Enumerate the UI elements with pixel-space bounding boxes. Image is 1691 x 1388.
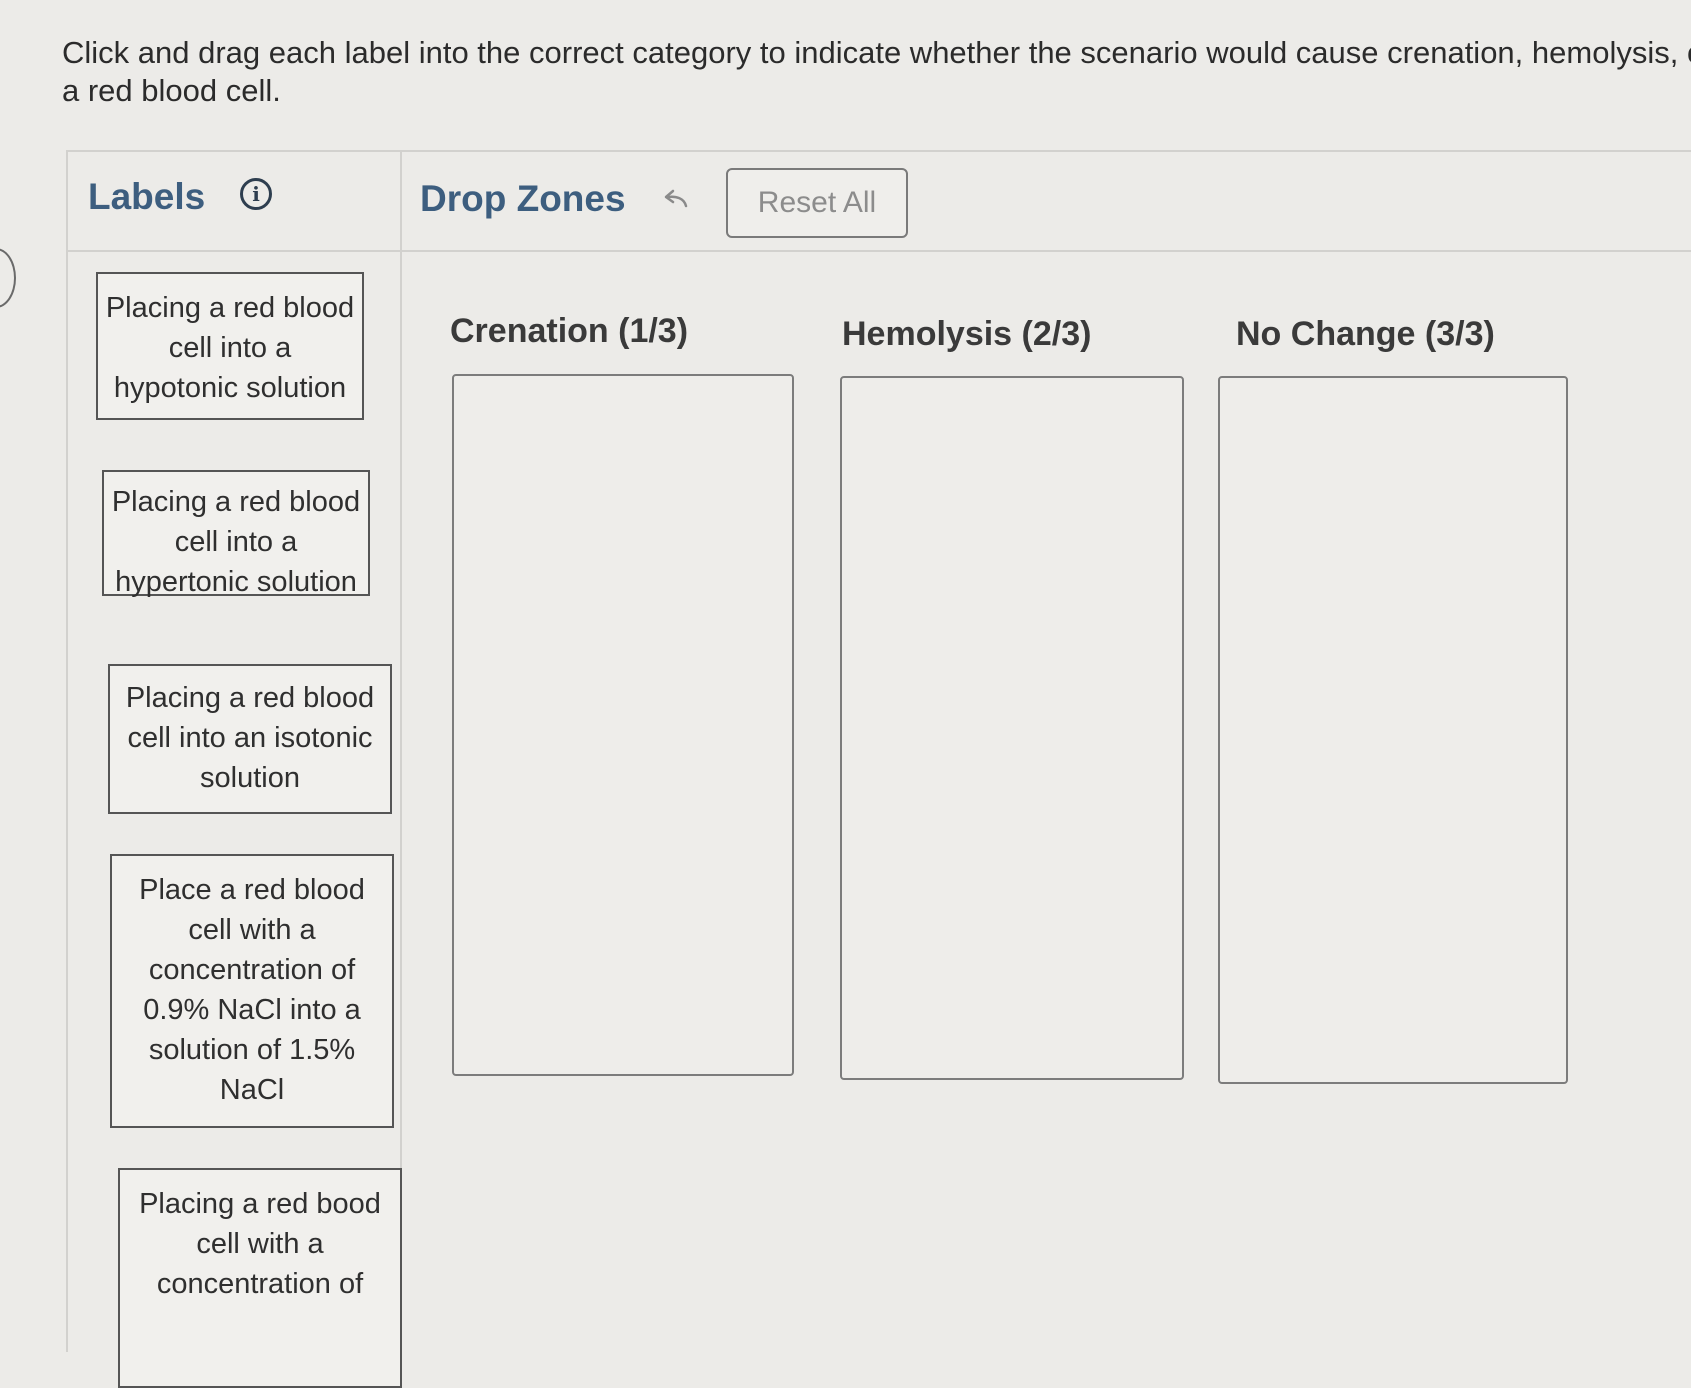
instructions-line-1: Click and drag each label into the corre… bbox=[62, 35, 1691, 70]
label-card-nacl-concentration[interactable]: Place a red blood cell with a concentrat… bbox=[110, 854, 394, 1128]
drop-zone-title-hemolysis: Hemolysis (2/3) bbox=[842, 315, 1092, 353]
instructions: Click and drag each label into the corre… bbox=[62, 34, 1691, 110]
labels-heading: Labels bbox=[88, 176, 206, 217]
drop-zone-no-change[interactable] bbox=[1218, 376, 1568, 1084]
reset-all-button[interactable]: Reset All bbox=[726, 168, 908, 238]
drag-drop-widget: Labels i Drop Zones Reset All Placing a … bbox=[66, 150, 1691, 1388]
label-card-hypertonic[interactable]: Placing a red blood cell into a hyperton… bbox=[102, 470, 370, 598]
undo-icon[interactable] bbox=[660, 188, 690, 210]
drop-zone-hemolysis[interactable] bbox=[840, 376, 1184, 1080]
drop-zones-heading: Drop Zones bbox=[420, 178, 626, 219]
label-card-hypotonic[interactable]: Placing a red blood cell into a hypotoni… bbox=[96, 272, 364, 420]
drop-zone-title-crenation: Crenation (1/3) bbox=[450, 312, 689, 350]
page-edge-arc bbox=[0, 248, 16, 308]
instructions-line-2: a red blood cell. bbox=[62, 73, 281, 108]
label-card-partial[interactable]: Placing a red bood cell with a concentra… bbox=[118, 1168, 402, 1388]
drop-zone-crenation[interactable] bbox=[452, 374, 794, 1076]
info-icon[interactable]: i bbox=[240, 178, 272, 210]
drop-zone-title-no-change: No Change (3/3) bbox=[1236, 315, 1495, 353]
label-card-isotonic[interactable]: Placing a red blood cell into an isotoni… bbox=[108, 664, 392, 814]
